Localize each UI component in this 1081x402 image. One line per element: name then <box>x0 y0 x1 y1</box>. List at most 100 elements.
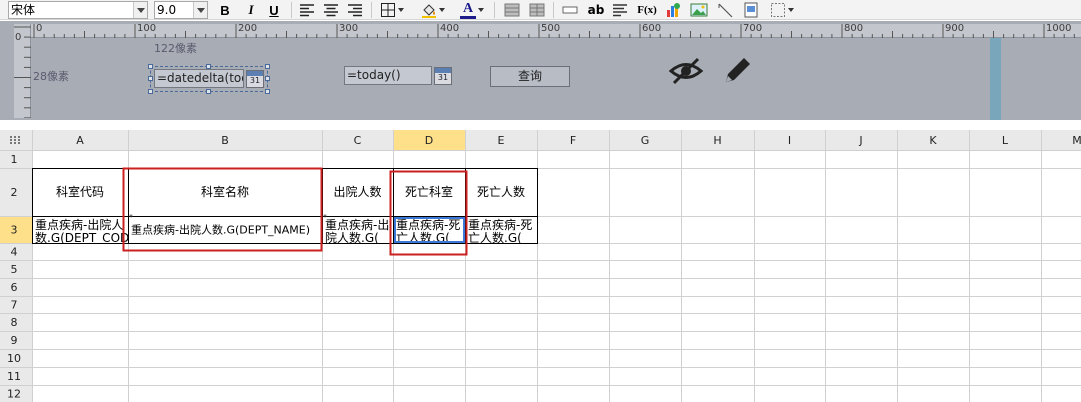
insert-image-button[interactable] <box>689 1 709 19</box>
cell-marker-icon: * <box>129 213 133 222</box>
fill-color-button[interactable] <box>418 1 448 19</box>
edit-button[interactable] <box>720 54 754 88</box>
italic-button[interactable]: I <box>243 1 259 19</box>
fill-color-icon <box>422 4 436 18</box>
panel-resize-bar[interactable] <box>990 38 1001 120</box>
font-size-select[interactable]: 9.0 <box>154 1 208 19</box>
ruler-label: 200 <box>238 23 258 34</box>
slash-button[interactable] <box>716 1 734 19</box>
chevron-down-icon[interactable] <box>133 2 147 18</box>
calendar-icon[interactable]: 31 <box>434 67 452 85</box>
header-cell-text: 科室名称 <box>201 184 249 199</box>
column-header[interactable]: F <box>570 134 576 147</box>
ruler-label: 800 <box>844 23 864 34</box>
row-header[interactable]: 10 <box>7 352 21 365</box>
column-header[interactable]: H <box>713 134 721 147</box>
ruler-label: 900 <box>945 23 965 34</box>
row-header[interactable]: 9 <box>11 334 18 347</box>
abbreviation-button[interactable]: ab <box>585 1 607 19</box>
font-name-select[interactable]: 宋体 <box>8 1 148 19</box>
column-header[interactable]: L <box>1002 134 1009 147</box>
ruler-label: 1000 <box>1046 23 1072 34</box>
ruler-label: 600 <box>642 23 662 34</box>
edit-pencil-icon <box>726 58 750 82</box>
border-icon <box>381 3 395 17</box>
resize-handle[interactable] <box>148 76 153 81</box>
select-all-icon[interactable] <box>14 139 16 141</box>
hide-button[interactable] <box>668 56 704 86</box>
cell-marker-icon: * <box>323 213 327 222</box>
column-header[interactable]: B <box>221 134 229 147</box>
row-header[interactable]: 2 <box>11 186 18 199</box>
header-cell-text: 死亡人数 <box>477 184 525 199</box>
column-header[interactable]: J <box>858 134 862 147</box>
merge-icon <box>504 3 520 17</box>
end-date-input[interactable]: =today() <box>344 66 432 85</box>
subreport-button[interactable] <box>742 1 760 19</box>
merge-cells-button[interactable] <box>503 1 521 19</box>
resize-handle[interactable] <box>206 89 211 94</box>
resize-handle[interactable] <box>265 64 270 69</box>
bold-button[interactable]: B <box>217 1 233 19</box>
font-name-value: 宋体 <box>11 3 36 17</box>
unmerge-cells-button[interactable] <box>528 1 546 19</box>
border-button[interactable] <box>377 1 407 19</box>
paragraph-button[interactable] <box>611 1 629 19</box>
column-header[interactable]: K <box>929 134 937 147</box>
data-cell-text: 重点疾病-出 <box>325 217 389 232</box>
column-header[interactable]: A <box>76 134 84 147</box>
row-header[interactable]: 4 <box>11 246 18 259</box>
resize-handle[interactable] <box>265 89 270 94</box>
column-header[interactable]: D <box>425 134 433 147</box>
column-header[interactable]: E <box>498 134 505 147</box>
formula-button[interactable]: F(x) <box>636 1 658 19</box>
spreadsheet-grid: A B C D E F G H I J K L M123456789101112科室代码 科室名称 出院人数… <box>0 130 1081 402</box>
resize-handle[interactable] <box>148 89 153 94</box>
column-header[interactable]: I <box>788 134 791 147</box>
textfield-button[interactable] <box>561 1 579 19</box>
select-all-icon[interactable] <box>18 136 20 138</box>
horizontal-ruler: 0 100 200 300 400 500 600 700 800 900 1000 <box>31 23 1081 38</box>
chevron-down-icon[interactable] <box>193 2 207 18</box>
align-center-button[interactable] <box>322 1 340 19</box>
row-header[interactable]: 3 <box>11 224 18 237</box>
header-cell-text: 科室代码 <box>56 184 104 199</box>
query-button[interactable]: 查询 <box>490 66 570 87</box>
select-all-icon[interactable] <box>14 142 16 144</box>
ruler-label: 500 <box>541 23 561 34</box>
font-color-button[interactable]: A <box>456 1 488 19</box>
font-size-value: 9.0 <box>157 3 177 17</box>
row-header[interactable]: 8 <box>11 316 18 329</box>
row-header[interactable]: 11 <box>7 370 21 383</box>
column-header[interactable]: M <box>1072 134 1081 147</box>
row-header[interactable]: 1 <box>11 153 18 166</box>
start-date-input[interactable]: =datedelta(toda <box>154 69 244 88</box>
underline-button[interactable]: U <box>266 1 282 19</box>
column-header[interactable]: C <box>354 134 362 147</box>
calendar-icon[interactable]: 31 <box>246 70 264 88</box>
resize-handle[interactable] <box>148 64 153 69</box>
select-all-icon[interactable] <box>18 142 20 144</box>
column-header[interactable]: G <box>641 134 650 147</box>
align-left-button[interactable] <box>298 1 316 19</box>
row-header[interactable]: 5 <box>11 263 18 276</box>
data-cell-text: 数.G(DEPT_CODE) <box>35 230 142 245</box>
data-cell-text: 重点疾病-出院人数.G(DEPT_NAME) <box>131 223 310 237</box>
row-header[interactable]: 6 <box>11 281 18 294</box>
select-all-icon[interactable] <box>10 142 12 144</box>
align-right-button[interactable] <box>346 1 364 19</box>
select-all-icon[interactable] <box>10 139 12 141</box>
underline-icon: U <box>269 2 279 18</box>
bold-icon: B <box>220 2 230 18</box>
resize-handle[interactable] <box>265 76 270 81</box>
frame-button[interactable] <box>768 1 796 19</box>
formula-icon: F(x) <box>637 4 657 16</box>
header-cell-text: 出院人数 <box>333 184 381 199</box>
select-all-icon[interactable] <box>10 136 12 138</box>
select-all-icon[interactable] <box>18 139 20 141</box>
row-header[interactable]: 12 <box>7 388 21 401</box>
insert-chart-button[interactable] <box>664 1 682 19</box>
data-cell-text: 院人数.G( <box>325 230 379 245</box>
row-header[interactable]: 7 <box>11 299 18 312</box>
select-all-icon[interactable] <box>14 136 16 138</box>
